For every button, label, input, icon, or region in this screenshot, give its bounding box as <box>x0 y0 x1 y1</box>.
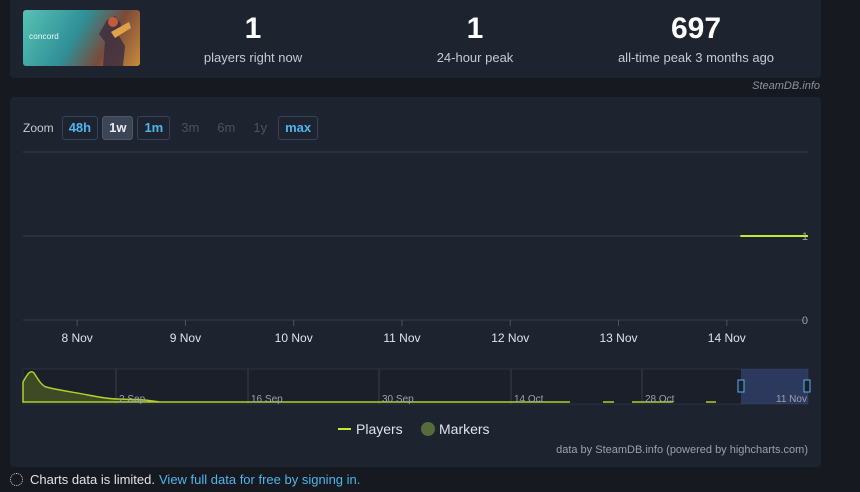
navigator-tick-label: 30 Sep <box>382 394 414 405</box>
zoom-3m-button: 3m <box>181 120 200 135</box>
navigator-handle-left <box>737 379 745 393</box>
loading-spinner-icon <box>10 473 23 486</box>
x-tick-label: 14 Nov <box>708 331 746 345</box>
chart-credit: data by SteamDB.info (powered by highcha… <box>556 444 808 456</box>
stats-panel: concord 1 players right now 1 24-hour pe… <box>10 0 821 78</box>
current-players-value: 1 <box>244 12 262 45</box>
stat-24h-peak: 1 24-hour peak <box>385 12 565 65</box>
x-tick-label: 12 Nov <box>491 331 529 345</box>
all-time-peak-value: 697 <box>670 12 722 45</box>
zoom-48h-button[interactable]: 48h <box>61 116 99 140</box>
peak-24h-value: 1 <box>466 12 484 45</box>
zoom-1y-button: 1y <box>253 120 268 135</box>
navigator-handle-right <box>803 379 811 393</box>
all-time-peak-label: all-time peak 3 months ago <box>617 50 775 65</box>
game-character-icon <box>99 16 131 66</box>
x-tick-label: 8 Nov <box>61 331 92 345</box>
x-tick-label: 10 Nov <box>275 331 313 345</box>
x-tick-label: 13 Nov <box>600 331 638 345</box>
player-chart[interactable]: 018 Nov 9 Nov 10 Nov 11 Nov 12 Nov 13 Nov 14 N… <box>10 97 821 467</box>
legend-players-label: Players <box>356 421 403 437</box>
x-tick-label: 11 Nov <box>383 331 420 345</box>
legend-markers-symbol <box>421 422 435 436</box>
zoom-1w-button[interactable]: 1w <box>102 116 134 140</box>
stat-current-players: 1 players right now <box>163 12 343 65</box>
navigator-tick-label: 28 Oct <box>645 394 675 405</box>
legend-markers-label: Markers <box>439 421 490 437</box>
steamdb-credit[interactable]: SteamDB.info <box>752 80 820 92</box>
sign-in-link[interactable]: View full data for free by signing in. <box>159 472 360 487</box>
game-logo-text: concord <box>29 32 59 41</box>
zoom-bar: Zoom 48h 1w 1m 3m 6m 1y max <box>23 116 322 140</box>
game-thumbnail[interactable]: concord <box>23 10 140 66</box>
zoom-1m-button[interactable]: 1m <box>137 116 171 140</box>
zoom-label: Zoom <box>23 121 54 135</box>
navigator-tick-label: 14 Oct <box>514 394 544 405</box>
x-tick-label: 9 Nov <box>170 331 201 345</box>
navigator-tick-label: 2 Sep <box>119 394 146 405</box>
stat-all-time-peak: 697 all-time peak 3 months ago <box>606 12 786 65</box>
peak-24h-label: 24-hour peak <box>436 50 514 65</box>
charts-limited-note: Charts data is limited. View full data f… <box>10 472 360 487</box>
zoom-6m-button: 6m <box>217 120 236 135</box>
navigator-tick-label: 11 Nov <box>776 394 807 405</box>
chart-panel: 018 Nov 9 Nov 10 Nov 11 Nov 12 Nov 13 Nov 14 N… <box>10 97 821 467</box>
limited-text: Charts data is limited. <box>30 472 155 487</box>
current-players-label: players right now <box>203 50 303 65</box>
y-tick-label: 0 <box>802 315 808 327</box>
navigator-tick-label: 16 Sep <box>251 394 283 405</box>
zoom-max-button[interactable]: max <box>278 116 319 140</box>
